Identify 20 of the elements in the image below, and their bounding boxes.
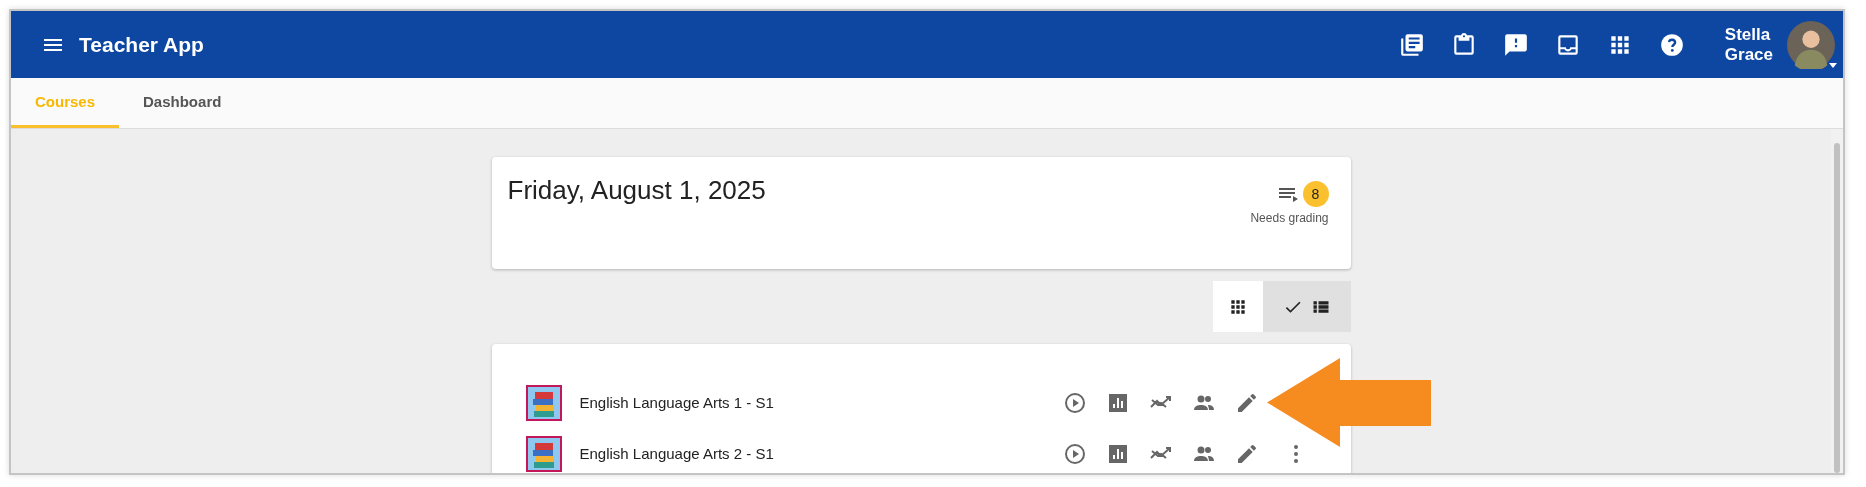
grid-view-button[interactable] [1212,281,1263,332]
library-icon[interactable] [1398,31,1425,58]
scrollbar[interactable] [1831,129,1843,473]
help-icon[interactable] [1658,31,1685,58]
avatar-icon[interactable] [1787,20,1835,69]
grading-label: Needs grading [1250,211,1329,225]
play-icon[interactable] [1062,390,1087,415]
app-title: Teacher App [79,32,204,57]
play-icon[interactable] [1062,441,1087,466]
caret-icon[interactable] [1829,63,1837,68]
course-title[interactable]: English Language Arts 2 - S1 [579,445,774,462]
books-icon [525,435,562,472]
tab[interactable]: Dashboard [119,78,246,128]
list-view-button[interactable] [1262,281,1351,332]
books-icon [525,384,562,421]
feedback-icon[interactable] [1502,31,1529,58]
grading-count: 8 [1302,181,1329,207]
course-title[interactable]: English Language Arts 1 - S1 [579,394,774,411]
user-name: Stella Grace [1724,24,1773,65]
date-heading: Friday, August 1, 2025 [507,175,766,206]
